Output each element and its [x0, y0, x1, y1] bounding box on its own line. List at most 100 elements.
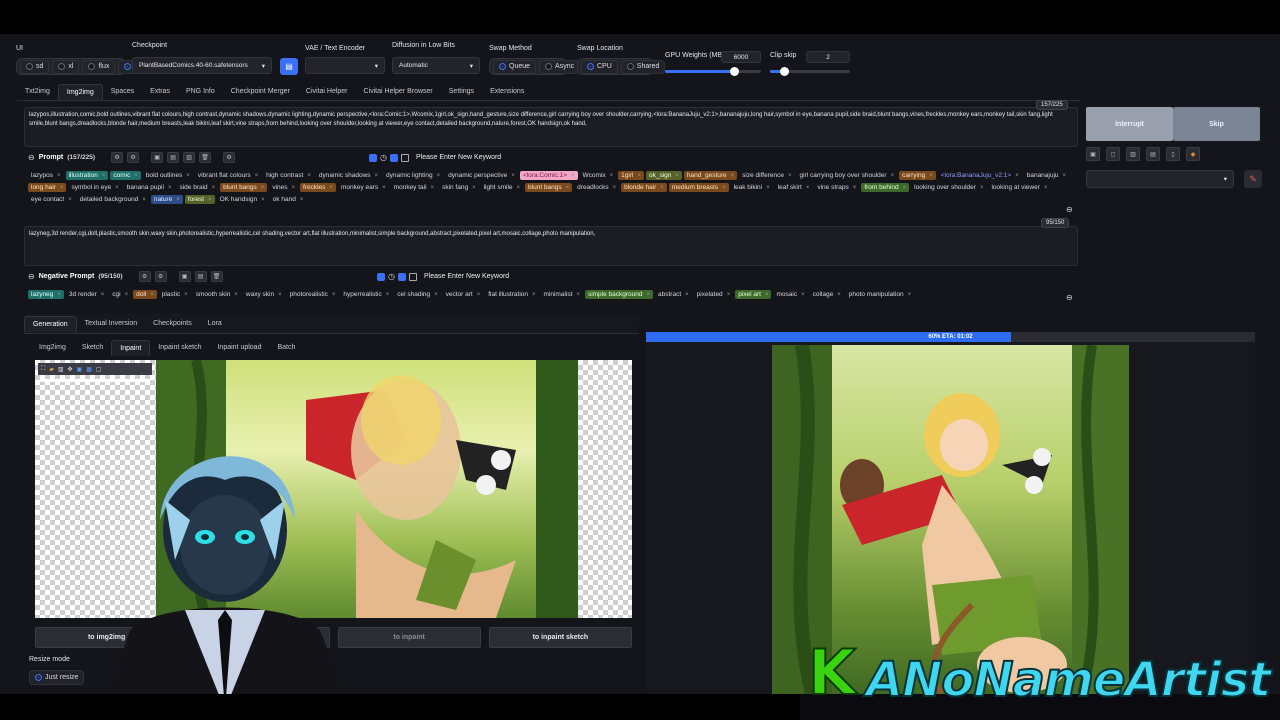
close-icon[interactable]: × — [68, 197, 72, 203]
close-icon[interactable]: × — [472, 185, 476, 191]
close-icon[interactable]: × — [60, 185, 64, 191]
trash-icon[interactable]: ▥ — [58, 366, 64, 373]
prompt-tag[interactable]: collage × — [810, 290, 844, 299]
close-icon[interactable]: × — [903, 185, 907, 191]
close-icon[interactable]: × — [1044, 185, 1048, 191]
close-icon[interactable]: × — [908, 292, 912, 298]
close-icon[interactable]: × — [766, 185, 770, 191]
collapse-up-icon[interactable]: ⊖ — [1066, 205, 1073, 214]
prompt-tag[interactable]: girl carrying boy over shoulder × — [796, 171, 897, 180]
close-icon[interactable]: × — [292, 185, 296, 191]
cog-icon[interactable]: ⚙ — [223, 152, 236, 163]
prompt-tag[interactable]: minimalist × — [541, 290, 583, 299]
prompt-tag[interactable]: <lora:Comic:1> × — [519, 171, 578, 180]
close-icon[interactable]: × — [186, 173, 190, 179]
close-icon[interactable]: × — [571, 173, 575, 179]
tab-textual-inversion[interactable]: Textual Inversion — [77, 316, 146, 332]
subtab-sketch[interactable]: Sketch — [74, 340, 111, 356]
refresh-checkpoint-button[interactable]: ▤ — [280, 58, 298, 75]
swap-location-cpu[interactable]: CPU — [581, 59, 618, 74]
close-icon[interactable]: × — [685, 292, 689, 298]
tab-img2img[interactable]: Img2img — [57, 84, 103, 100]
close-icon[interactable]: × — [576, 292, 580, 298]
prompt-tag[interactable]: size difference × — [739, 171, 794, 180]
to-inpaint-sketch-button[interactable]: to inpaint sketch — [488, 627, 632, 648]
close-icon[interactable]: × — [853, 185, 857, 191]
prompt-tag[interactable]: pixelated × — [694, 290, 734, 299]
close-icon[interactable]: × — [168, 185, 172, 191]
prompt-tag[interactable]: photo manipulation × — [846, 290, 914, 299]
close-icon[interactable]: × — [261, 185, 265, 191]
close-icon[interactable]: × — [477, 292, 481, 298]
prompt-tag[interactable]: eye contact × — [28, 195, 75, 204]
tab-spaces[interactable]: Spaces — [103, 84, 142, 100]
close-icon[interactable]: × — [332, 292, 336, 298]
gpu-weights-slider[interactable] — [665, 67, 761, 76]
checkbox-icon[interactable]: ▣ — [1086, 147, 1100, 161]
settings-icon[interactable]: ⚙ — [111, 152, 124, 163]
checkbox-icon[interactable] — [377, 272, 385, 281]
close-icon[interactable]: × — [891, 173, 895, 179]
close-icon[interactable]: × — [722, 185, 726, 191]
folder-icon[interactable]: ▰ — [49, 366, 54, 373]
prompt-tag[interactable]: dreadlocks × — [574, 183, 619, 192]
prompt-tag[interactable]: from behind × — [861, 183, 910, 192]
move-icon[interactable]: ✥ — [68, 366, 73, 373]
close-icon[interactable]: × — [610, 173, 614, 179]
close-icon[interactable]: × — [434, 292, 438, 298]
checkbox-icon[interactable] — [400, 153, 409, 162]
copy-icon[interactable]: ▣ — [151, 152, 164, 163]
negative-keyword-input[interactable]: Please Enter New Keyword — [424, 273, 509, 280]
prompt-tag[interactable]: blonde hair × — [621, 183, 667, 192]
close-icon[interactable]: × — [788, 173, 792, 179]
prompt-tag[interactable]: freckles × — [300, 183, 336, 192]
checkbox-icon[interactable] — [397, 272, 406, 281]
clip-skip-thumb[interactable] — [780, 67, 790, 76]
prompt-tag[interactable]: simple background × — [584, 290, 654, 299]
resize-option-just-resize[interactable]: Just resize — [29, 670, 85, 685]
gpu-weights-input[interactable]: 6000 — [721, 51, 761, 63]
prompt-tag[interactable]: medium breasts × — [668, 183, 729, 192]
prompt-tag[interactable]: vector art × — [443, 290, 484, 299]
prompt-tag[interactable]: high contrast × — [263, 171, 314, 180]
prompt-tag[interactable]: nature × — [150, 195, 183, 204]
close-icon[interactable]: × — [101, 292, 105, 298]
prompt-tag[interactable]: banana pupil × — [124, 183, 175, 192]
prompt-tag[interactable]: bold outlines × — [143, 171, 193, 180]
history-icon[interactable]: ◷ — [380, 153, 387, 162]
prompt-tag[interactable]: abstract × — [655, 290, 692, 299]
close-icon[interactable]: × — [437, 173, 441, 179]
subtab-inpaint-sketch[interactable]: Inpaint sketch — [150, 340, 209, 356]
subtab-inpaint-upload[interactable]: Inpaint upload — [209, 340, 269, 356]
tab-lora[interactable]: Lora — [200, 316, 230, 332]
prompt-tag[interactable]: dynamic lighting × — [383, 171, 443, 180]
trash-icon[interactable]: 🗑 — [210, 271, 223, 282]
extra-networks-icon[interactable]: ◆ — [1186, 147, 1200, 161]
prompt-tag[interactable]: 1girl × — [618, 171, 644, 180]
interrupt-button[interactable]: Interrupt — [1086, 107, 1173, 141]
history-icon[interactable]: ◷ — [388, 272, 395, 281]
prompt-tag[interactable]: dynamic perspective × — [445, 171, 518, 180]
prompt-keyword-input[interactable]: Please Enter New Keyword — [416, 154, 501, 161]
prompt-tag[interactable]: mosaic × — [773, 290, 807, 299]
close-icon[interactable]: × — [613, 185, 617, 191]
close-icon[interactable]: × — [566, 185, 570, 191]
close-icon[interactable]: × — [731, 173, 735, 179]
prompt-tag[interactable]: photorealistic × — [287, 290, 339, 299]
trash-icon[interactable]: ▥ — [1126, 147, 1140, 161]
prompt-tag[interactable]: ok hand × — [270, 195, 307, 204]
skip-button[interactable]: Skip — [1173, 107, 1260, 141]
close-icon[interactable]: × — [806, 185, 810, 191]
prompt-tag[interactable]: lazypos × — [28, 171, 64, 180]
prompt-tag[interactable]: symbol in eye × — [68, 183, 121, 192]
negative-prompt-textarea[interactable]: lazyneg,3d render,cgi,doll,plastic,smoot… — [24, 226, 1078, 266]
close-icon[interactable]: × — [637, 173, 641, 179]
close-icon[interactable]: × — [115, 185, 119, 191]
prompt-tag[interactable]: bananajuju × — [1024, 171, 1069, 180]
close-icon[interactable]: × — [660, 185, 664, 191]
tab-settings[interactable]: Settings — [441, 84, 482, 100]
tab-civitai-helper[interactable]: Civitai Helper — [298, 84, 356, 100]
close-icon[interactable]: × — [208, 197, 212, 203]
prompt-tag[interactable]: 3d render × — [66, 290, 107, 299]
copy-icon[interactable]: ▣ — [178, 271, 191, 282]
